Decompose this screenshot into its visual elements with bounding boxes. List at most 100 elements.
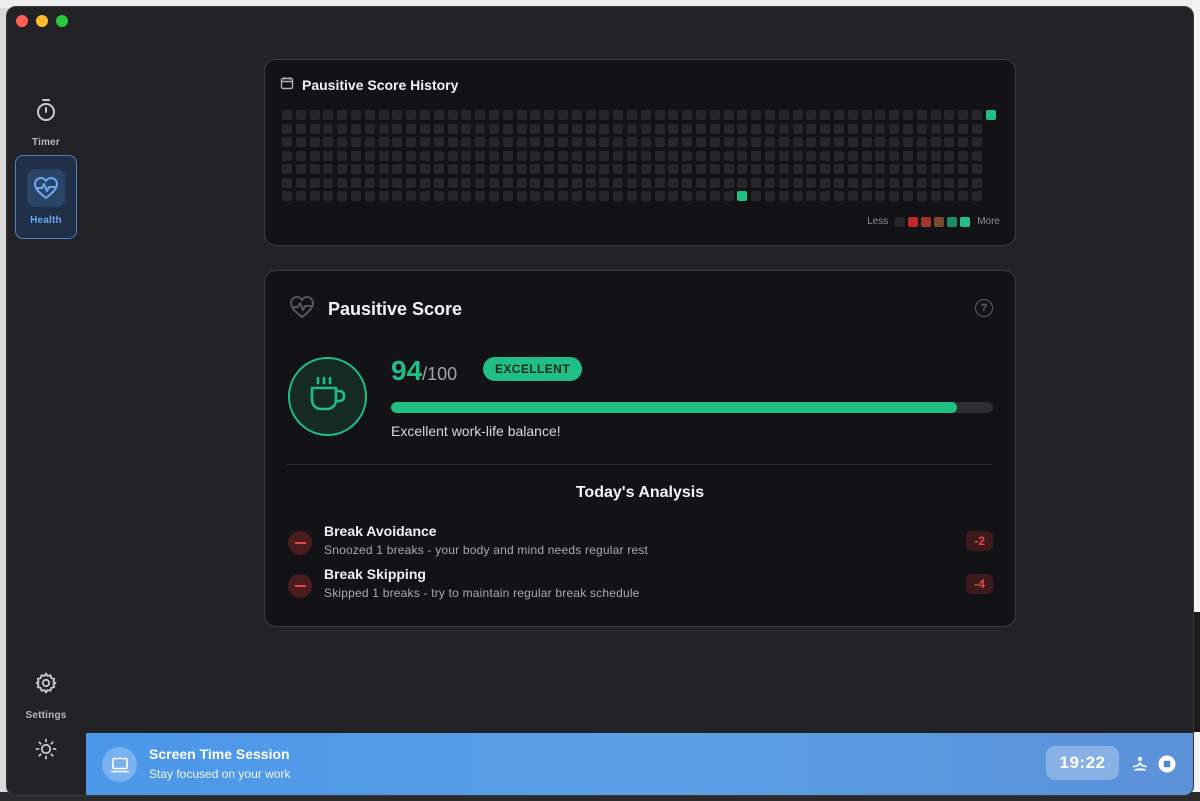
heatmap-day-cell[interactable] — [875, 150, 886, 161]
heatmap-day-cell[interactable] — [406, 123, 417, 134]
heatmap-day-cell[interactable] — [640, 164, 651, 174]
heatmap-day-cell[interactable] — [654, 137, 665, 147]
heatmap-day-cell[interactable] — [613, 191, 624, 201]
heatmap-day-cell[interactable] — [516, 191, 527, 201]
heatmap-day-cell[interactable] — [792, 123, 803, 134]
heatmap-day-cell[interactable] — [516, 137, 527, 147]
heatmap-day-cell[interactable] — [847, 110, 858, 120]
heatmap-day-cell[interactable] — [613, 110, 624, 120]
heatmap-day-cell[interactable] — [972, 177, 982, 188]
heatmap-day-cell[interactable] — [627, 191, 637, 201]
heatmap-day-cell[interactable] — [627, 150, 637, 161]
heatmap-day-cell[interactable] — [627, 110, 637, 120]
heatmap-day-cell[interactable] — [889, 150, 900, 161]
heatmap-day-cell[interactable] — [613, 177, 624, 188]
heatmap-day-cell[interactable] — [337, 123, 348, 134]
heatmap-day-cell[interactable] — [806, 177, 817, 188]
heatmap-day-cell[interactable] — [447, 177, 458, 188]
heatmap-day-cell[interactable] — [889, 164, 900, 174]
heatmap-day-cell[interactable] — [709, 123, 720, 134]
heatmap-day-cell[interactable] — [972, 123, 982, 134]
heatmap-day-cell[interactable] — [847, 137, 858, 147]
heatmap-day-cell[interactable] — [834, 123, 844, 134]
heatmap-day-cell[interactable] — [903, 110, 913, 120]
heatmap-day-cell[interactable] — [461, 164, 472, 174]
heatmap-day-cell[interactable] — [640, 137, 651, 147]
heatmap-day-cell[interactable] — [709, 164, 720, 174]
heatmap-day-cell[interactable] — [709, 150, 720, 161]
heatmap-day-cell[interactable] — [654, 177, 665, 188]
heatmap-day-cell[interactable] — [406, 110, 417, 120]
heatmap-day-cell[interactable] — [309, 164, 320, 174]
heatmap-day-cell[interactable] — [627, 164, 637, 174]
heatmap-day-cell[interactable] — [792, 191, 803, 201]
heatmap-day-cell[interactable] — [420, 123, 430, 134]
heatmap-day-cell[interactable] — [502, 177, 513, 188]
heatmap-day-cell[interactable] — [295, 164, 306, 174]
heatmap-day-cell[interactable] — [364, 123, 375, 134]
heatmap-day-cell[interactable] — [392, 123, 403, 134]
heatmap-day-cell[interactable] — [930, 110, 941, 120]
heatmap-day-cell[interactable] — [392, 164, 403, 174]
heatmap-day-cell[interactable] — [737, 110, 748, 120]
heatmap-day-cell[interactable] — [889, 177, 900, 188]
heatmap-day-cell[interactable] — [585, 123, 596, 134]
heatmap-day-cell[interactable] — [516, 123, 527, 134]
heatmap-day-cell[interactable] — [295, 123, 306, 134]
heatmap-day-cell[interactable] — [985, 110, 996, 120]
heatmap-day-cell[interactable] — [364, 164, 375, 174]
heatmap-day-cell[interactable] — [682, 123, 693, 134]
heatmap-day-cell[interactable] — [930, 177, 941, 188]
heatmap-day-cell[interactable] — [447, 150, 458, 161]
heatmap-day-cell[interactable] — [751, 123, 762, 134]
heatmap-day-cell[interactable] — [475, 110, 486, 120]
heatmap-day-cell[interactable] — [295, 177, 306, 188]
heatmap-day-cell[interactable] — [958, 191, 969, 201]
heatmap-day-cell[interactable] — [834, 191, 844, 201]
heatmap-day-cell[interactable] — [861, 137, 872, 147]
heatmap-day-cell[interactable] — [323, 164, 334, 174]
heatmap-day-cell[interactable] — [916, 164, 927, 174]
heatmap-day-cell[interactable] — [958, 177, 969, 188]
heatmap-day-cell[interactable] — [972, 137, 982, 147]
heatmap-day-cell[interactable] — [723, 137, 734, 147]
heatmap-day-cell[interactable] — [571, 191, 582, 201]
stop-button[interactable] — [1157, 754, 1177, 774]
heatmap-day-cell[interactable] — [613, 123, 624, 134]
heatmap-day-cell[interactable] — [778, 123, 789, 134]
heatmap-day-cell[interactable] — [765, 150, 775, 161]
heatmap-day-cell[interactable] — [461, 137, 472, 147]
heatmap-day-cell[interactable] — [337, 191, 348, 201]
heatmap-day-cell[interactable] — [972, 164, 982, 174]
heatmap-day-cell[interactable] — [323, 110, 334, 120]
heatmap-day-cell[interactable] — [282, 110, 292, 120]
heatmap-day-cell[interactable] — [599, 150, 610, 161]
heatmap-day-cell[interactable] — [737, 177, 748, 188]
heatmap-day-cell[interactable] — [640, 123, 651, 134]
heatmap-day-cell[interactable] — [682, 177, 693, 188]
heatmap-day-cell[interactable] — [337, 150, 348, 161]
heatmap-day-cell[interactable] — [792, 137, 803, 147]
heatmap-day-cell[interactable] — [420, 110, 430, 120]
heatmap-day-cell[interactable] — [599, 123, 610, 134]
heatmap-day-cell[interactable] — [847, 164, 858, 174]
heatmap-day-cell[interactable] — [364, 191, 375, 201]
heatmap-day-cell[interactable] — [709, 137, 720, 147]
heatmap-day-cell[interactable] — [461, 150, 472, 161]
heatmap-day-cell[interactable] — [723, 164, 734, 174]
heatmap-day-cell[interactable] — [447, 137, 458, 147]
heatmap-day-cell[interactable] — [847, 150, 858, 161]
heatmap-day-cell[interactable] — [406, 137, 417, 147]
heatmap-day-cell[interactable] — [502, 191, 513, 201]
heatmap-day-cell[interactable] — [447, 110, 458, 120]
heatmap-day-cell[interactable] — [640, 110, 651, 120]
heatmap-day-cell[interactable] — [916, 191, 927, 201]
heatmap-day-cell[interactable] — [737, 137, 748, 147]
heatmap-day-cell[interactable] — [930, 164, 941, 174]
heatmap-day-cell[interactable] — [958, 164, 969, 174]
heatmap-day-cell[interactable] — [640, 177, 651, 188]
heatmap-day-cell[interactable] — [875, 137, 886, 147]
heatmap-day-cell[interactable] — [475, 137, 486, 147]
heatmap-day-cell[interactable] — [599, 137, 610, 147]
heatmap-day-cell[interactable] — [723, 123, 734, 134]
